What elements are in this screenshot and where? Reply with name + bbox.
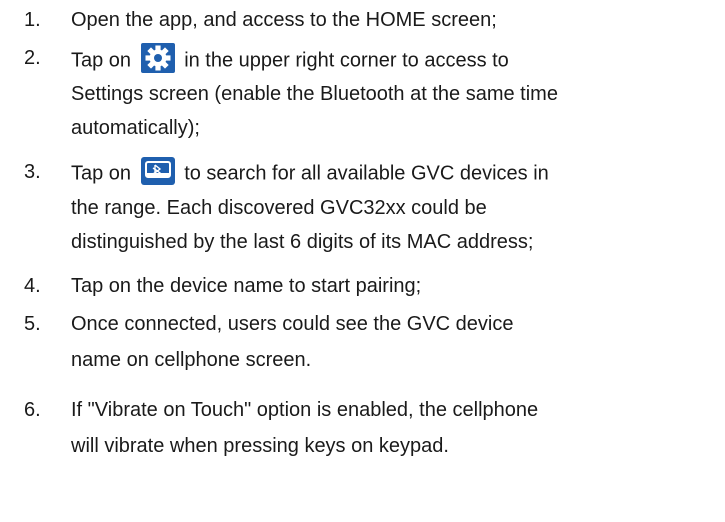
step-number: 3. bbox=[24, 161, 41, 183]
step-number: 5. bbox=[24, 313, 41, 335]
step-number: 6. bbox=[24, 399, 41, 421]
step-text: Settings screen (enable the Bluetooth at… bbox=[71, 83, 558, 105]
step-number: 1. bbox=[24, 9, 41, 31]
step-text: If "Vibrate on Touch" option is enabled,… bbox=[71, 399, 539, 421]
step-text: automatically); bbox=[71, 117, 200, 139]
step-text: Once connected, users could see the GVC … bbox=[71, 313, 514, 335]
step-number: 2. bbox=[24, 47, 41, 69]
step-text: name on cellphone screen. bbox=[71, 349, 312, 371]
step-text-after-icon: to search for all available GVC devices … bbox=[184, 162, 549, 185]
step-text: Tap on the device name to start pairing; bbox=[71, 275, 422, 297]
gear-icon bbox=[140, 43, 175, 73]
step-text-first-line: Tap on to search for all available GVC d… bbox=[71, 157, 549, 188]
step-text-before-icon: Tap on bbox=[71, 162, 132, 185]
step-text-first-line: Tap on in the upper right corner to acce… bbox=[71, 43, 509, 76]
step-text: Open the app, and access to the HOME scr… bbox=[71, 9, 497, 31]
step-text: will vibrate when pressing keys on keypa… bbox=[71, 435, 449, 457]
step-text-before-icon: Tap on bbox=[71, 49, 132, 72]
step-text: the range. Each discovered GVC32xx could… bbox=[71, 197, 487, 219]
bluetooth-search-icon bbox=[140, 157, 175, 185]
step-text: distinguished by the last 6 digits of it… bbox=[71, 231, 534, 253]
step-number: 4. bbox=[24, 275, 41, 297]
step-text-after-icon: in the upper right corner to access to bbox=[184, 49, 509, 72]
